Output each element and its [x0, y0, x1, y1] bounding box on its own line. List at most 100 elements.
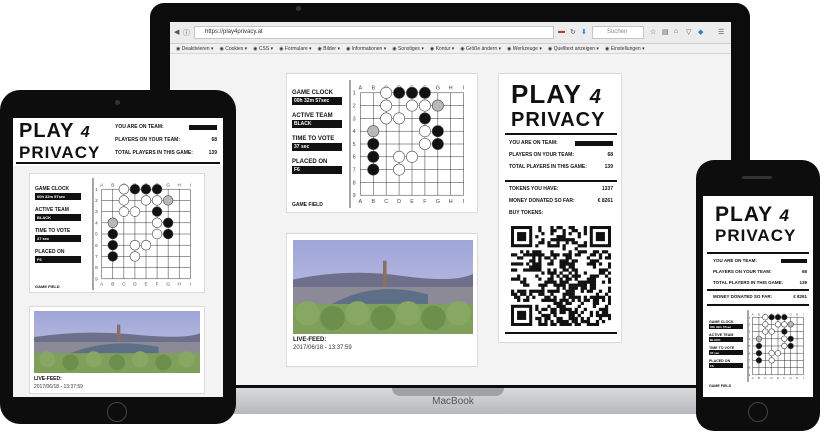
stone-black[interactable] — [418, 86, 431, 99]
stone-white[interactable] — [781, 335, 788, 342]
tablet-home-button[interactable] — [107, 402, 127, 422]
stone-white[interactable] — [774, 350, 782, 357]
stone-black[interactable] — [151, 206, 163, 217]
stone-black[interactable] — [140, 184, 152, 195]
stone-grey[interactable] — [787, 321, 794, 328]
stone-white[interactable] — [393, 163, 406, 176]
stone-white[interactable] — [418, 99, 431, 112]
star-icon[interactable]: ☆ — [650, 28, 656, 36]
stone-white[interactable] — [762, 328, 769, 335]
qr-module — [544, 298, 548, 302]
stone-white[interactable] — [151, 217, 163, 228]
bookmark-item[interactable]: ◉ Cookies ▾ — [219, 46, 247, 52]
stone-black[interactable] — [367, 138, 380, 150]
reload-icon[interactable]: ↻ — [570, 28, 576, 36]
stone-white[interactable] — [768, 328, 775, 335]
bookmark-item[interactable]: ◉ Deaktivieren ▾ — [176, 46, 213, 52]
phone-home-button[interactable] — [748, 402, 768, 422]
bookmark-item[interactable]: ◉ Formulare ▾ — [279, 46, 311, 52]
stone-white[interactable] — [418, 125, 431, 138]
buy-tokens-qr-code[interactable] — [511, 226, 611, 326]
stone-black[interactable] — [768, 314, 775, 321]
stone-grey[interactable] — [431, 99, 444, 112]
stone-white[interactable] — [406, 99, 418, 112]
stone-white[interactable] — [762, 321, 769, 328]
stone-black[interactable] — [755, 342, 763, 350]
stone-white[interactable] — [140, 240, 152, 251]
stone-white[interactable] — [393, 150, 406, 163]
stone-white[interactable] — [151, 195, 163, 206]
qr-module — [538, 265, 542, 269]
qr-module — [598, 316, 603, 321]
stone-white[interactable] — [406, 150, 418, 163]
extension-icon[interactable]: ◆ — [698, 28, 703, 36]
stone-black[interactable] — [774, 314, 782, 321]
bookmark-item[interactable]: ◉ Größe ändern ▾ — [460, 46, 501, 52]
stone-white[interactable] — [380, 112, 393, 125]
bookmark-item[interactable]: ◉ Quelltext anzeigen ▾ — [548, 46, 599, 52]
stone-white[interactable] — [768, 357, 775, 364]
stone-white[interactable] — [774, 321, 782, 328]
stone-black[interactable] — [781, 328, 788, 335]
stone-grey[interactable] — [367, 125, 380, 138]
bookmark-item[interactable]: ◉ Werkzeuge ▾ — [507, 46, 542, 52]
bookmark-item[interactable]: ◉ CSS ▾ — [253, 46, 273, 52]
stone-black[interactable] — [162, 228, 174, 240]
search-field[interactable]: Suchen — [592, 26, 644, 39]
stone-white[interactable] — [768, 350, 775, 357]
stone-black[interactable] — [406, 86, 418, 99]
stone-black[interactable] — [418, 112, 431, 125]
info-icon[interactable]: ⓘ — [183, 28, 190, 38]
stone-black[interactable] — [107, 251, 118, 262]
stone-black[interactable] — [431, 138, 444, 150]
bookmark-item[interactable]: ◉ Informationen ▾ — [346, 46, 386, 52]
stone-white[interactable] — [118, 206, 130, 217]
stone-white[interactable] — [418, 138, 431, 150]
stone-black[interactable] — [162, 217, 174, 228]
download-icon[interactable]: ⬇ — [581, 28, 587, 36]
stone-white[interactable] — [129, 206, 141, 217]
stone-white[interactable] — [129, 240, 141, 251]
bookmark-item[interactable]: ◉ Bilder ▾ — [318, 46, 340, 52]
stone-white[interactable] — [380, 86, 393, 99]
stone-black[interactable] — [755, 350, 763, 357]
stone-white[interactable] — [118, 195, 130, 206]
stone-black[interactable] — [367, 150, 380, 163]
stone-black[interactable] — [367, 163, 380, 176]
bookmark-item[interactable]: ◉ Sonstiges ▾ — [392, 46, 424, 52]
stone-black[interactable] — [129, 184, 141, 195]
url-field[interactable]: https://play4privacy.at — [194, 26, 554, 39]
stone-black[interactable] — [431, 125, 444, 138]
stone-black[interactable] — [107, 228, 118, 240]
bookmark-item[interactable]: ◉ Einstellungen ▾ — [605, 46, 645, 52]
stone-white[interactable] — [129, 251, 141, 262]
bookmark-item[interactable]: ◉ Kontur ▾ — [430, 46, 454, 52]
stone-white[interactable] — [393, 112, 406, 125]
back-icon[interactable]: ◀ — [174, 28, 179, 36]
clipboard-icon[interactable]: ▤ — [662, 28, 669, 36]
go-board[interactable]: AA1BB2CC3DD4EE5FF6GG7HH8II9 — [349, 80, 475, 208]
stone-black[interactable] — [787, 335, 794, 342]
stone-white[interactable] — [380, 99, 393, 112]
stone-grey[interactable] — [755, 335, 763, 342]
stone-white[interactable] — [781, 321, 788, 328]
stone-black[interactable] — [151, 184, 163, 195]
stone-black[interactable] — [107, 240, 118, 251]
stone-grey[interactable] — [107, 217, 118, 228]
go-board[interactable]: AA1BB2CC3DD4EE5FF6GG7HH8II9 — [747, 310, 809, 382]
stone-white[interactable] — [762, 314, 769, 321]
stone-white[interactable] — [140, 195, 152, 206]
menu-icon[interactable]: ☰ — [718, 28, 724, 36]
stone-black[interactable] — [781, 314, 788, 321]
stone-black[interactable] — [787, 342, 794, 350]
stone-grey[interactable] — [162, 195, 174, 206]
stone-white[interactable] — [118, 184, 130, 195]
stone-white[interactable] — [151, 228, 163, 240]
home-icon[interactable]: ⌂ — [674, 28, 678, 35]
pocket-icon[interactable]: ▽ — [686, 28, 691, 36]
stone-black[interactable] — [755, 357, 763, 364]
stone-black[interactable] — [393, 86, 406, 99]
stone-white[interactable] — [781, 342, 788, 350]
go-board[interactable]: AA1BB2CC3DD4EE5FF6GG7HH8II9 — [92, 178, 200, 290]
qr-module — [568, 250, 572, 254]
